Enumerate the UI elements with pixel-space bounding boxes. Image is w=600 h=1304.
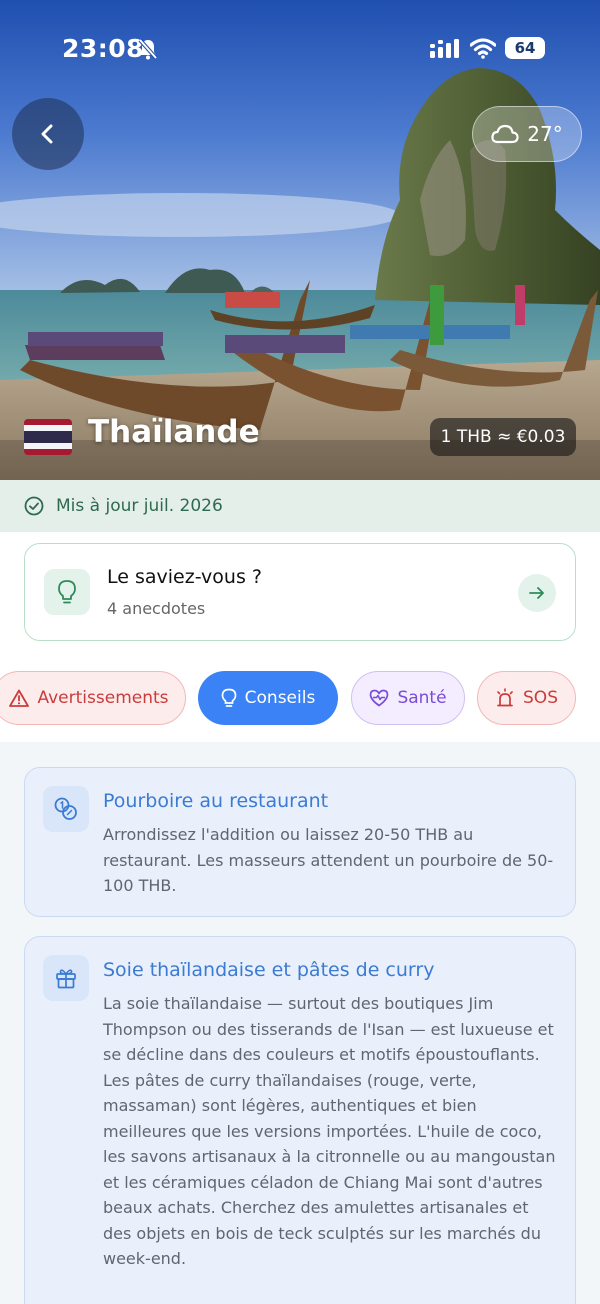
tab-sos-label: SOS [523,688,558,708]
last-updated-banner: Mis à jour juil. 2026 [0,480,600,532]
last-updated-text: Mis à jour juil. 2026 [56,496,223,516]
heart-icon [370,689,389,707]
thailand-flag-icon [24,419,72,455]
hero-image: 23:08 64 27° Thaïlande 1 THB ≈ €0.03 [0,0,600,480]
exchange-rate-badge: 1 THB ≈ €0.03 [430,418,576,456]
cloud-icon [491,124,519,144]
did-you-know-title: Le saviez-vous ? [107,566,262,588]
battery-icon: 64 [505,37,545,59]
country-title: Thaïlande [88,414,260,450]
tab-warnings[interactable]: Avertissements [0,671,186,725]
did-you-know-card[interactable]: Le saviez-vous ? 4 anecdotes [24,543,576,641]
status-bar: 23:08 64 [0,0,600,96]
bulb-icon [221,688,237,707]
temperature: 27° [527,122,563,146]
tab-health[interactable]: Santé [351,671,465,725]
back-button[interactable] [12,98,84,170]
tip-card: Soie thaïlandaise et pâtes de curry La s… [24,936,576,1304]
tip-card: Pourboire au restaurant Arrondissez l'ad… [24,767,576,917]
tip-title: Pourboire au restaurant [103,790,329,812]
weather-badge: 27° [472,106,582,162]
wifi-icon [469,37,497,63]
siren-icon [497,688,513,707]
tab-sos[interactable]: SOS [477,671,576,725]
gift-icon [43,955,89,1001]
warning-icon [9,689,30,707]
tab-health-label: Santé [397,688,447,708]
tip-body: Arrondissez l'addition ou laissez 20-50 … [103,825,554,895]
signal-icon [430,38,462,62]
coins-icon [43,786,89,832]
did-you-know-subtitle: 4 anecdotes [107,599,206,618]
tab-tips[interactable]: Conseils [198,671,338,725]
bulb-icon [44,569,90,615]
tip-body: La soie thaïlandaise — surtout des bouti… [103,994,556,1268]
tip-title: Soie thaïlandaise et pâtes de curry [103,959,435,981]
chevron-left-icon [41,124,53,144]
silent-bell-icon [138,38,158,64]
check-circle-icon [24,496,44,516]
arrow-right-icon[interactable] [518,574,556,612]
clock: 23:08 [62,34,145,63]
tab-warnings-label: Avertissements [37,688,169,708]
tab-tips-label: Conseils [244,688,316,708]
